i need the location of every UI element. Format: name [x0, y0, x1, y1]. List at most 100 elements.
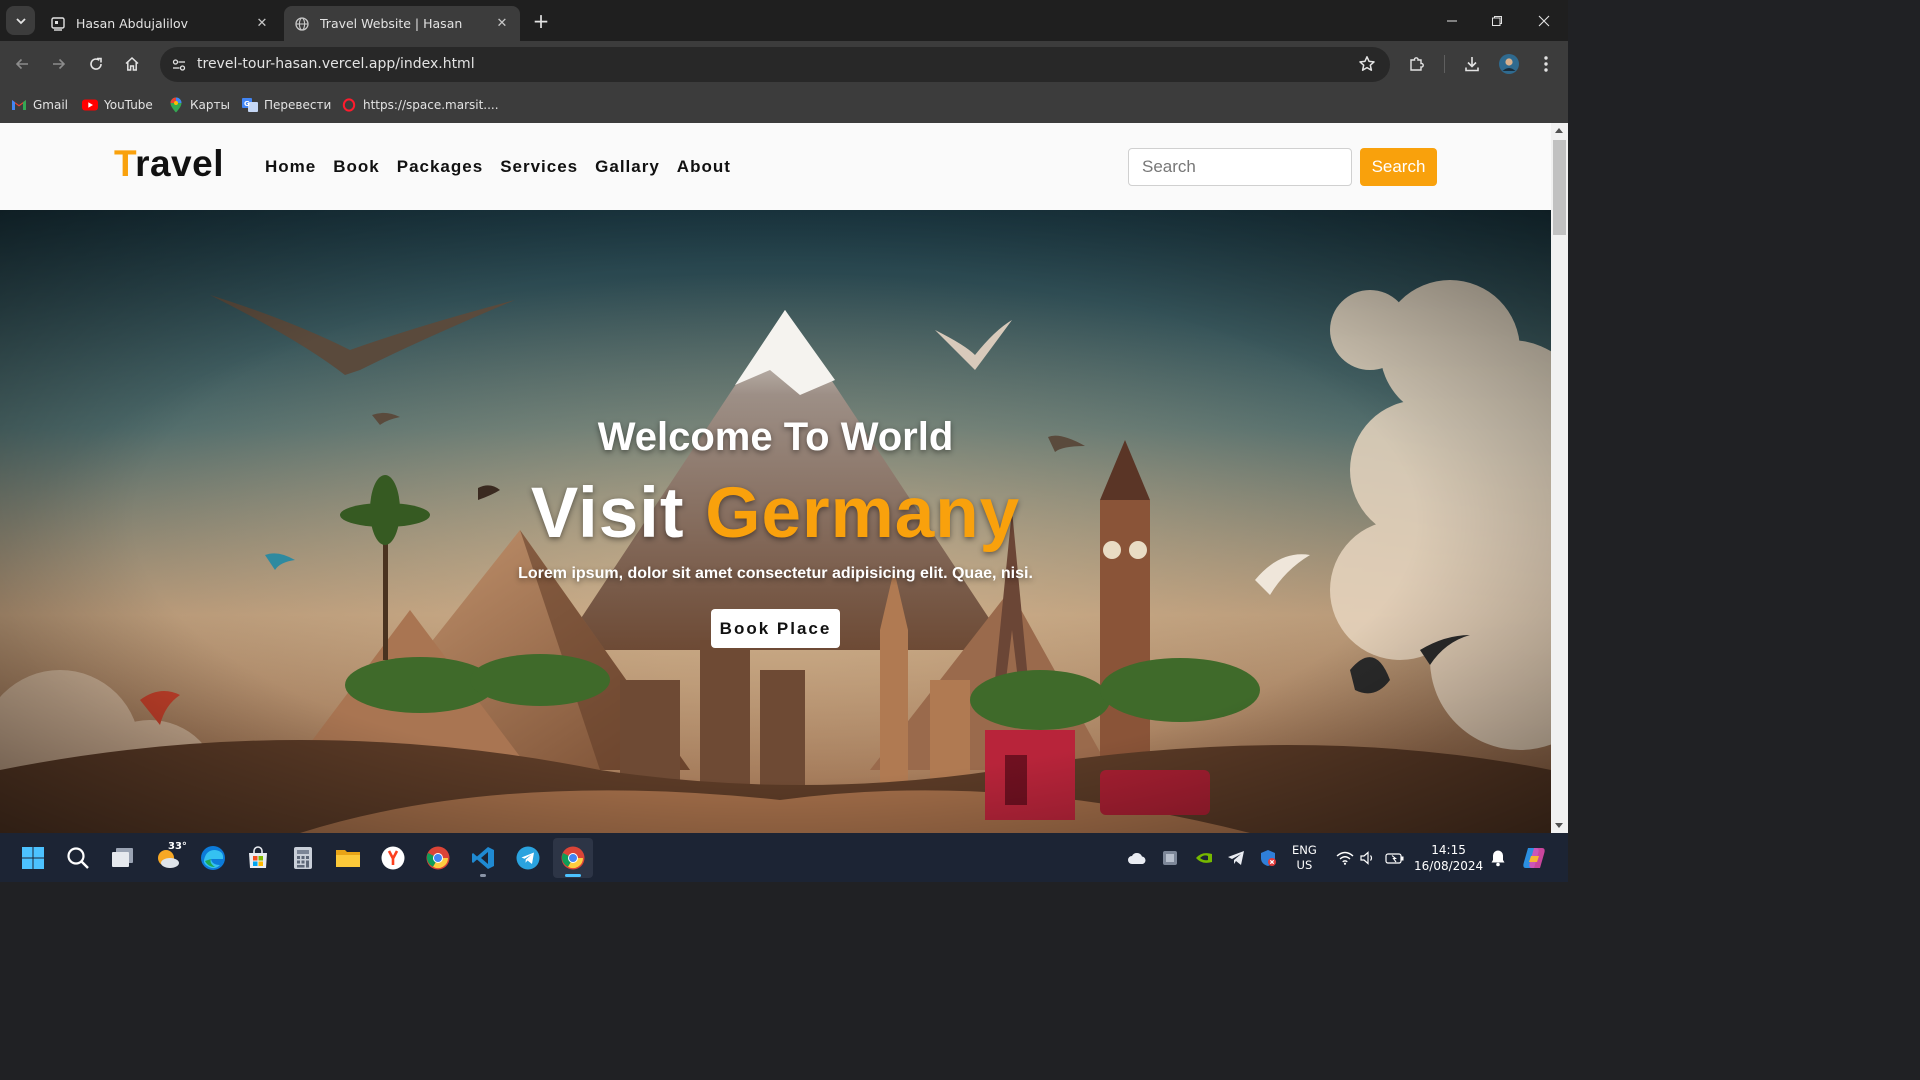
- more-menu-icon[interactable]: [1532, 50, 1560, 78]
- page-scrollbar[interactable]: [1551, 123, 1568, 833]
- tab-travel-website[interactable]: Travel Website | Hasan ✕: [284, 6, 520, 41]
- clock-date: 16/08/2024: [1414, 858, 1484, 873]
- bookmark-youtube[interactable]: YouTube: [82, 96, 153, 114]
- active-app-indicator: [565, 874, 581, 877]
- bookmark-gmail[interactable]: Gmail: [11, 96, 68, 114]
- language-indicator[interactable]: ENG US: [1292, 833, 1317, 882]
- bookmark-label: YouTube: [104, 98, 153, 112]
- hero-welcome-heading: Welcome To World: [597, 415, 954, 459]
- tab-close-icon[interactable]: ✕: [254, 16, 270, 32]
- tray-app-icon[interactable]: [1161, 833, 1179, 882]
- home-icon[interactable]: [118, 50, 146, 78]
- restore-icon[interactable]: [1474, 0, 1520, 41]
- page-viewport: Travel Home Book Packages Services Galla…: [0, 123, 1551, 833]
- chevron-down-icon: [15, 17, 26, 24]
- globe-favicon-icon: [294, 16, 310, 32]
- hero-title: Visit Germany: [0, 473, 1551, 554]
- browser-toolbar: trevel-tour-hasan.vercel.app/index.html: [0, 41, 1568, 87]
- chrome-icon[interactable]: [418, 838, 458, 878]
- bookmarks-bar: Gmail YouTube Карты G Перевести https://…: [0, 87, 1568, 123]
- nav-packages[interactable]: Packages: [397, 157, 483, 177]
- logo-text: ravel: [135, 143, 224, 184]
- vscode-icon[interactable]: [463, 838, 503, 878]
- site-logo[interactable]: Travel: [114, 143, 224, 185]
- weather-temperature: 33°: [168, 841, 187, 852]
- search-icon[interactable]: [58, 838, 98, 878]
- file-explorer-icon[interactable]: [328, 838, 368, 878]
- clock-time: 14:15: [1431, 842, 1466, 857]
- bookmark-space-marsit[interactable]: https://space.marsit....: [341, 96, 499, 114]
- hero-subtitle: Lorem ipsum, dolor sit amet consectetur …: [518, 565, 1033, 582]
- scroll-down-arrow-icon[interactable]: [1555, 823, 1563, 828]
- telegram-tray-icon[interactable]: [1227, 833, 1245, 882]
- gmail-icon: [11, 97, 27, 113]
- telegram-icon[interactable]: [508, 838, 548, 878]
- nav-home[interactable]: Home: [265, 157, 316, 177]
- nav-services[interactable]: Services: [500, 157, 578, 177]
- nav-gallary[interactable]: Gallary: [595, 157, 660, 177]
- volume-icon[interactable]: [1360, 833, 1376, 882]
- copilot-icon[interactable]: [1522, 833, 1548, 882]
- translate-icon: G: [242, 97, 258, 113]
- tab-title: Travel Website | Hasan: [320, 16, 463, 31]
- book-place-button[interactable]: Book Place: [711, 609, 840, 648]
- search-button[interactable]: Search: [1360, 148, 1437, 186]
- running-indicator: [480, 874, 486, 877]
- bookmark-label: Перевести: [264, 98, 332, 112]
- maps-icon: [168, 97, 184, 113]
- new-tab-plus-icon[interactable]: +: [530, 10, 552, 32]
- svg-text:G: G: [244, 100, 250, 108]
- reload-icon[interactable]: [82, 50, 110, 78]
- language-code: ENG: [1292, 842, 1317, 857]
- calculator-icon[interactable]: [283, 838, 323, 878]
- yandex-icon[interactable]: [373, 838, 413, 878]
- notification-bell-icon[interactable]: [1490, 833, 1506, 882]
- youtube-icon: [82, 97, 98, 113]
- site-info-icon[interactable]: [166, 52, 191, 77]
- opera-icon: [341, 97, 357, 113]
- bookmark-label: Gmail: [33, 98, 69, 112]
- bookmark-label: https://space.marsit....: [363, 98, 499, 112]
- tab-search-button[interactable]: [6, 6, 35, 35]
- minimize-icon[interactable]: [1429, 0, 1475, 41]
- bookmark-star-icon[interactable]: [1358, 55, 1376, 77]
- nav-about[interactable]: About: [677, 157, 731, 177]
- bookmark-label: Карты: [190, 98, 230, 112]
- task-view-icon[interactable]: [103, 838, 143, 878]
- bookmark-translate[interactable]: G Перевести: [242, 96, 331, 114]
- bookmark-maps[interactable]: Карты: [168, 96, 230, 114]
- url-text: trevel-tour-hasan.vercel.app/index.html: [197, 56, 475, 72]
- tab-hasan-abdujalilov[interactable]: Hasan Abdujalilov ✕: [40, 6, 280, 41]
- language-region: US: [1296, 857, 1313, 872]
- edge-icon[interactable]: [193, 838, 233, 878]
- profile-avatar[interactable]: [1495, 50, 1523, 78]
- tab-close-icon[interactable]: ✕: [494, 16, 510, 32]
- browser-tabstrip: Hasan Abdujalilov ✕ Travel Website | Has…: [0, 0, 1568, 41]
- tab-title: Hasan Abdujalilov: [76, 16, 189, 31]
- windows-taskbar: 33° ENG US 14:15 16/08/2024: [0, 833, 1568, 882]
- hero-section: Welcome To World Visit Germany Lorem ips…: [0, 210, 1551, 833]
- close-window-icon[interactable]: [1521, 0, 1567, 41]
- start-icon[interactable]: [13, 838, 53, 878]
- nvidia-icon[interactable]: [1195, 833, 1213, 882]
- scrollbar-thumb[interactable]: [1553, 140, 1566, 235]
- site-header: Travel Home Book Packages Services Galla…: [0, 123, 1551, 210]
- search-input[interactable]: [1128, 148, 1352, 186]
- forward-arrow-icon[interactable]: [45, 50, 73, 78]
- chrome-active-icon[interactable]: [553, 838, 593, 878]
- extensions-puzzle-icon[interactable]: [1403, 50, 1431, 78]
- clock[interactable]: 14:15 16/08/2024: [1414, 833, 1483, 882]
- security-shield-icon[interactable]: [1259, 833, 1277, 882]
- battery-icon[interactable]: [1385, 833, 1405, 882]
- back-arrow-icon[interactable]: [8, 50, 36, 78]
- nav-book[interactable]: Book: [333, 157, 380, 177]
- hero-title-visit: Visit: [530, 474, 685, 553]
- toolbar-divider: [1444, 55, 1445, 73]
- onedrive-cloud-icon[interactable]: [1127, 833, 1147, 882]
- address-bar[interactable]: trevel-tour-hasan.vercel.app/index.html: [160, 47, 1390, 82]
- scroll-up-arrow-icon[interactable]: [1555, 128, 1563, 133]
- wifi-icon[interactable]: [1336, 833, 1354, 882]
- logo-accent-letter: T: [114, 143, 136, 184]
- downloads-icon[interactable]: [1458, 50, 1486, 78]
- store-icon[interactable]: [238, 838, 278, 878]
